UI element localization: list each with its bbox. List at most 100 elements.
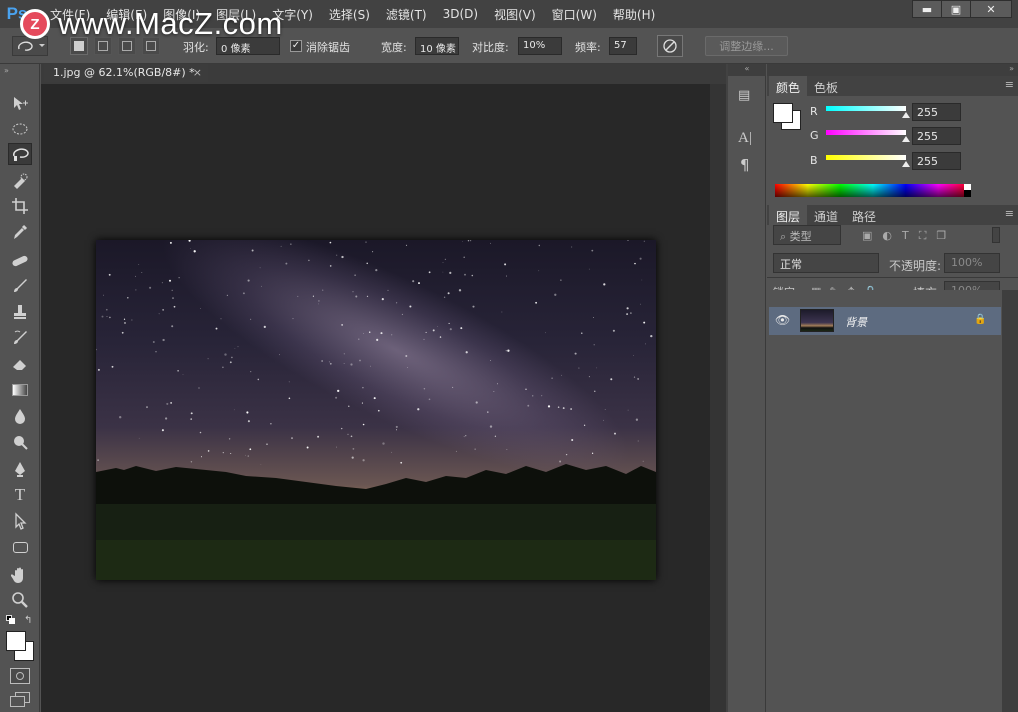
character-panel-icon[interactable]: A| xyxy=(738,130,756,148)
filter-toggle-icon[interactable] xyxy=(992,227,1000,243)
star xyxy=(444,258,447,261)
g-slider-handle[interactable] xyxy=(902,136,910,142)
star xyxy=(462,241,463,243)
r-slider[interactable] xyxy=(826,106,906,111)
star xyxy=(405,244,408,246)
star xyxy=(535,301,537,304)
layer-lock-icon: 🔒 xyxy=(974,314,987,325)
layers-panel-menu-icon[interactable]: ≡ xyxy=(1005,207,1014,220)
layer-filter-icons[interactable]: ▣◐T⛶❐ xyxy=(862,229,956,243)
brush-tool-icon[interactable] xyxy=(8,275,32,297)
star xyxy=(442,271,444,273)
document-tab[interactable]: 1.jpg @ 62.1%(RGB/8#) * × xyxy=(44,64,208,82)
gradient-tool-icon[interactable] xyxy=(8,379,32,401)
quick-selection-tool-icon[interactable] xyxy=(8,170,32,192)
menu-3d[interactable]: 3D(D) xyxy=(443,7,478,21)
menu-filter[interactable]: 滤镜(T) xyxy=(386,6,427,23)
crop-tool-icon[interactable] xyxy=(8,195,32,217)
dock-collapse-icon[interactable]: « xyxy=(728,64,766,76)
screen-mode-icon[interactable] xyxy=(10,692,32,708)
star xyxy=(207,358,209,360)
zoom-tool-icon[interactable] xyxy=(8,589,32,611)
eraser-tool-icon[interactable] xyxy=(8,353,32,375)
blend-mode-select[interactable]: 正常 xyxy=(773,253,879,273)
star xyxy=(428,398,431,401)
star xyxy=(467,240,470,242)
star xyxy=(249,448,252,451)
history-brush-tool-icon[interactable] xyxy=(8,327,32,349)
eyedropper-tool-icon[interactable] xyxy=(8,221,32,243)
frequency-input[interactable]: 57 xyxy=(609,37,637,55)
document-scrollbar[interactable] xyxy=(710,84,726,712)
g-input[interactable]: 255 xyxy=(912,127,961,145)
antialias-checkbox[interactable]: ✓ xyxy=(290,40,302,52)
default-colors-icon[interactable] xyxy=(6,615,16,625)
clone-stamp-tool-icon[interactable] xyxy=(8,301,32,323)
dodge-tool-icon[interactable] xyxy=(8,431,32,453)
star xyxy=(380,332,383,335)
pen-tool-icon[interactable] xyxy=(8,459,32,481)
contrast-input[interactable]: 10% xyxy=(518,37,562,55)
star xyxy=(475,401,478,404)
image-canvas[interactable] xyxy=(96,240,656,580)
star xyxy=(341,255,344,259)
path-selection-tool-icon[interactable] xyxy=(8,510,32,532)
layers-scrollbar[interactable] xyxy=(1002,290,1018,712)
g-slider[interactable] xyxy=(826,130,906,135)
menu-help[interactable]: 帮助(H) xyxy=(613,6,655,23)
foreground-color-swatch[interactable] xyxy=(6,631,26,651)
shape-tool-icon[interactable] xyxy=(8,536,32,558)
star xyxy=(637,440,639,442)
layer-row-background[interactable]: 👁 背景 🔒 xyxy=(769,307,1001,335)
layer-name[interactable]: 背景 xyxy=(845,314,867,330)
tab-swatches[interactable]: 色板 xyxy=(807,76,845,96)
spot-healing-tool-icon[interactable] xyxy=(8,250,32,272)
history-panel-icon[interactable]: ▤ xyxy=(738,88,756,106)
star xyxy=(449,328,452,331)
quick-mask-icon[interactable] xyxy=(10,668,30,684)
star xyxy=(465,435,467,437)
tablet-pressure-icon[interactable] xyxy=(657,35,683,57)
refine-edge-button[interactable]: 调整边缘... xyxy=(705,36,788,56)
hand-tool-icon[interactable] xyxy=(8,564,32,586)
menu-select[interactable]: 选择(S) xyxy=(329,6,370,23)
color-panel-menu-icon[interactable]: ≡ xyxy=(1005,78,1014,91)
star xyxy=(470,240,472,242)
eye-icon[interactable]: 👁 xyxy=(775,313,790,327)
marquee-tool-icon[interactable] xyxy=(8,118,32,140)
r-input[interactable]: 255 xyxy=(912,103,961,121)
maximize-button[interactable]: ▣ xyxy=(941,0,971,18)
star xyxy=(111,365,114,368)
type-tool-icon[interactable]: T xyxy=(8,484,32,506)
close-button[interactable]: ✕ xyxy=(970,0,1012,18)
star xyxy=(487,411,489,413)
magnetic-lasso-tool-icon[interactable] xyxy=(8,143,32,165)
tab-color[interactable]: 颜色 xyxy=(769,76,808,96)
opacity-input[interactable]: 100% xyxy=(944,253,1000,273)
blur-tool-icon[interactable] xyxy=(8,405,32,427)
menu-window[interactable]: 窗口(W) xyxy=(552,6,597,23)
r-slider-handle[interactable] xyxy=(902,112,910,118)
b-slider[interactable] xyxy=(826,155,906,160)
width-input[interactable]: 10 像素 xyxy=(415,37,459,55)
tab-layers[interactable]: 图层 xyxy=(769,205,808,225)
star xyxy=(224,353,227,356)
document-tab-close-icon[interactable]: × xyxy=(193,66,202,79)
color-foreground-swatch[interactable] xyxy=(773,103,793,123)
menu-view[interactable]: 视图(V) xyxy=(494,6,536,23)
move-tool-icon[interactable] xyxy=(8,92,32,114)
star xyxy=(322,289,324,291)
layer-filter-select[interactable]: ⌕ 类型 xyxy=(773,225,841,245)
paragraph-panel-icon[interactable]: ¶ xyxy=(740,156,758,174)
b-slider-handle[interactable] xyxy=(902,161,910,167)
tab-paths[interactable]: 路径 xyxy=(845,205,883,225)
color-spectrum-bar[interactable] xyxy=(775,184,971,197)
star xyxy=(538,244,541,247)
minimize-button[interactable]: ▬ xyxy=(912,0,942,18)
toolbar-collapse-icon[interactable]: » xyxy=(4,66,9,75)
right-dock-collapse-icon[interactable]: » xyxy=(767,64,1018,76)
b-input[interactable]: 255 xyxy=(912,152,961,170)
tab-channels[interactable]: 通道 xyxy=(807,205,845,225)
swap-colors-icon[interactable]: ↰ xyxy=(24,615,32,626)
star xyxy=(341,324,343,326)
